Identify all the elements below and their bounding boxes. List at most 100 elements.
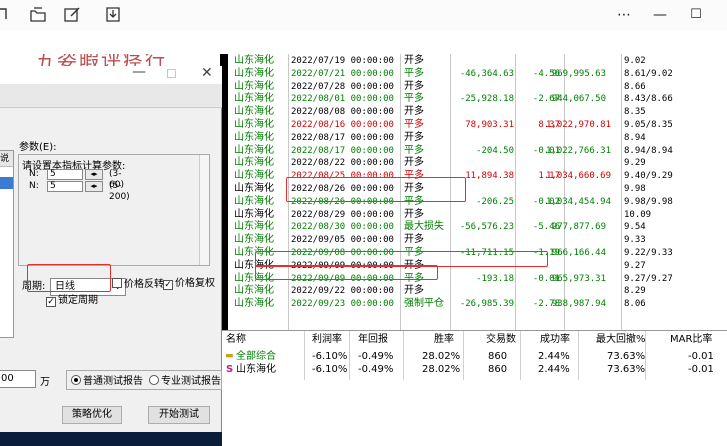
indicator-list[interactable]: 说 xyxy=(0,150,14,338)
folder-icon: ▬ xyxy=(225,351,234,361)
trade-price-info: 9.33 xyxy=(624,235,646,246)
radio-icon xyxy=(149,375,159,385)
trade-name: 山东海化 xyxy=(234,157,274,169)
trade-price-info: 8.29 xyxy=(624,286,646,297)
trade-date: 2022/09/22 00:00:00 xyxy=(291,286,394,297)
trade-row[interactable]: 山东海化 2022/07/21 00:00:00 平多 -46,364.63 -4.56… xyxy=(228,68,727,81)
reverse-checkbox[interactable]: 价格反转 xyxy=(112,278,164,290)
param-row: N: 5 ◂▸ (3-60) xyxy=(29,169,124,190)
stats-header-success[interactable]: 成功率 xyxy=(540,333,570,346)
trade-date: 2022/08/01 00:00:00 xyxy=(291,94,394,105)
spin-arrows-icon[interactable]: ◂▸ xyxy=(85,169,103,180)
trade-row[interactable]: 山东海化 2022/08/16 00:00:00 平多 78,903.31 8.37 1,… xyxy=(228,119,727,132)
trade-row[interactable]: 山东海化 2022/08/01 00:00:00 平多 -25,928.18 -2.67… xyxy=(228,93,727,106)
trade-action: 开多 xyxy=(404,285,424,297)
stats-cell: -6.10% xyxy=(312,351,348,362)
stats-row[interactable]: ▬ 全部综合 -6.10% -0.49% 28.02% 860 2.44% 73… xyxy=(222,350,727,363)
edit-icon[interactable] xyxy=(62,5,82,25)
trade-row[interactable]: 山东海化 2022/08/08 00:00:00 开多 8.35 xyxy=(228,106,727,119)
stats-header-winrate[interactable]: 胜率 xyxy=(434,333,454,346)
restore-checkbox[interactable]: ✓ 价格复权 xyxy=(163,278,215,290)
trade-price-info: 8.06 xyxy=(624,299,646,310)
download-icon[interactable] xyxy=(103,5,123,25)
params-scrollbar[interactable] xyxy=(199,155,209,265)
trade-action: 开多 xyxy=(404,131,424,143)
trade-price-info: 9.54 xyxy=(624,222,646,233)
s-marker-icon: S xyxy=(226,364,234,375)
stats-cell: 2.44% xyxy=(538,364,570,375)
stats-cell: -0.49% xyxy=(358,364,394,375)
stats-header-annual[interactable]: 年回报 xyxy=(358,333,388,346)
trade-price-info: 9.98 xyxy=(624,184,646,194)
minimize-button[interactable]: — xyxy=(650,4,670,26)
stats-cell: -0.01 xyxy=(688,351,714,362)
lock-period-checkbox[interactable]: ✓ 锁定周期 xyxy=(46,295,98,307)
indicator-list-selected[interactable] xyxy=(0,177,13,189)
dialog-minimize-button[interactable]: — xyxy=(132,64,146,80)
highlight-box xyxy=(286,177,466,202)
trade-price-info: 10.09 xyxy=(624,209,652,220)
spin-arrows-icon[interactable]: ◂▸ xyxy=(85,181,103,192)
maximize-button[interactable]: ☐ xyxy=(686,4,706,26)
param-row: N: 5 ◂▸ (5-200) xyxy=(29,181,130,202)
stats-header-profit[interactable]: 利润率 xyxy=(312,333,342,346)
checkbox-icon xyxy=(112,278,122,288)
stats-row-name: 全部综合 xyxy=(236,351,276,362)
more-dots-icon[interactable]: ⋯ xyxy=(614,4,634,26)
folder-open-icon[interactable] xyxy=(28,5,48,25)
stats-row[interactable]: S 山东海化 -6.10% -0.49% 28.02% 860 2.44% 73… xyxy=(222,363,727,376)
trade-name: 山东海化 xyxy=(234,285,274,297)
trade-row[interactable]: 山东海化 2022/09/05 00:00:00 开多 9.33 xyxy=(228,234,727,247)
trade-row[interactable]: 山东海化 2022/07/19 00:00:00 开多 9.02 xyxy=(228,55,727,68)
trade-row[interactable]: 山东海化 2022/09/23 00:00:00 强制平仓 -26,985.39 -2.… xyxy=(228,298,727,311)
param-input[interactable]: 5 xyxy=(47,169,83,180)
partial-edge-icon[interactable] xyxy=(0,5,14,25)
param-input[interactable]: 5 xyxy=(47,181,83,192)
trade-action: 开多 xyxy=(404,55,424,66)
indicator-list-header: 说 xyxy=(0,151,13,167)
stats-row-name: 山东海化 xyxy=(236,364,276,375)
optimize-button[interactable]: 策略优化 xyxy=(62,406,122,424)
trade-date: 2022/08/29 00:00:00 xyxy=(291,209,394,220)
stats-cell: 2.44% xyxy=(538,351,570,362)
stats-cell: 28.02% xyxy=(422,364,461,375)
trade-row[interactable]: 山东海化 2022/08/17 00:00:00 平多 -204.50 -0.01 1,0… xyxy=(228,145,727,158)
trade-row[interactable]: 山东海化 2022/08/17 00:00:00 开多 8.94 xyxy=(228,132,727,145)
stats-header-drawdown[interactable]: 最大回撤% xyxy=(596,333,646,346)
trade-date: 2022/08/22 00:00:00 xyxy=(291,158,394,169)
trade-action: 平多 xyxy=(404,144,424,156)
stats-header-name[interactable]: 名称 xyxy=(226,333,246,346)
trade-capital: 966,166.44 xyxy=(551,248,606,258)
trade-capital: 1,034,660.69 xyxy=(546,171,612,182)
trade-date: 2022/07/21 00:00:00 xyxy=(291,68,394,79)
trade-action: 开多 xyxy=(404,157,424,169)
stats-header-mar[interactable]: MAR比率 xyxy=(670,333,712,346)
trade-capital: 965,973.31 xyxy=(551,273,606,284)
radio-normal-report[interactable]: 普通测试报告 xyxy=(71,375,143,388)
radio-normal-label: 普通测试报告 xyxy=(83,376,143,387)
trade-price-info: 8.35 xyxy=(624,107,646,118)
highlight-box xyxy=(255,265,438,280)
report-type-group: 普通测试报告 专业测试报告 xyxy=(66,370,222,390)
trade-capital: 977,877.69 xyxy=(551,222,606,233)
trade-capital: 1,022,766.31 xyxy=(546,145,612,156)
trade-pnl: -204.50 xyxy=(476,145,514,156)
radio-pro-report[interactable]: 专业测试报告 xyxy=(149,375,221,388)
trade-capital: 1,022,970.81 xyxy=(546,120,612,130)
trade-pnl: -26,985.39 xyxy=(459,299,514,310)
trade-row[interactable]: 山东海化 2022/09/22 00:00:00 开多 8.29 xyxy=(228,285,727,298)
trade-row[interactable]: 山东海化 2022/08/30 00:00:00 最大损失 -56,576.23 -5.… xyxy=(228,221,727,234)
trade-row[interactable]: 山东海化 2022/08/29 00:00:00 开多 10.09 xyxy=(228,209,727,222)
trade-date: 2022/09/23 00:00:00 xyxy=(291,299,394,310)
stats-header-trades[interactable]: 交易数 xyxy=(486,333,516,346)
trade-row[interactable]: 山东海化 2022/07/28 00:00:00 开多 8.66 xyxy=(228,81,727,94)
dialog-close-button[interactable]: ✕ xyxy=(201,65,213,81)
checkbox-checked-icon: ✓ xyxy=(46,297,56,307)
trade-row[interactable]: 山东海化 2022/08/22 00:00:00 开多 9.29 xyxy=(228,157,727,170)
capital-input[interactable]: 00 xyxy=(0,370,36,388)
trade-date: 2022/08/16 00:00:00 xyxy=(291,120,394,130)
trade-price-info: 9.02 xyxy=(624,56,646,66)
start-test-button[interactable]: 开始测试 xyxy=(148,406,210,424)
dialog-maximize-button[interactable]: ☐ xyxy=(166,67,177,81)
taskbar-strip xyxy=(0,432,222,446)
